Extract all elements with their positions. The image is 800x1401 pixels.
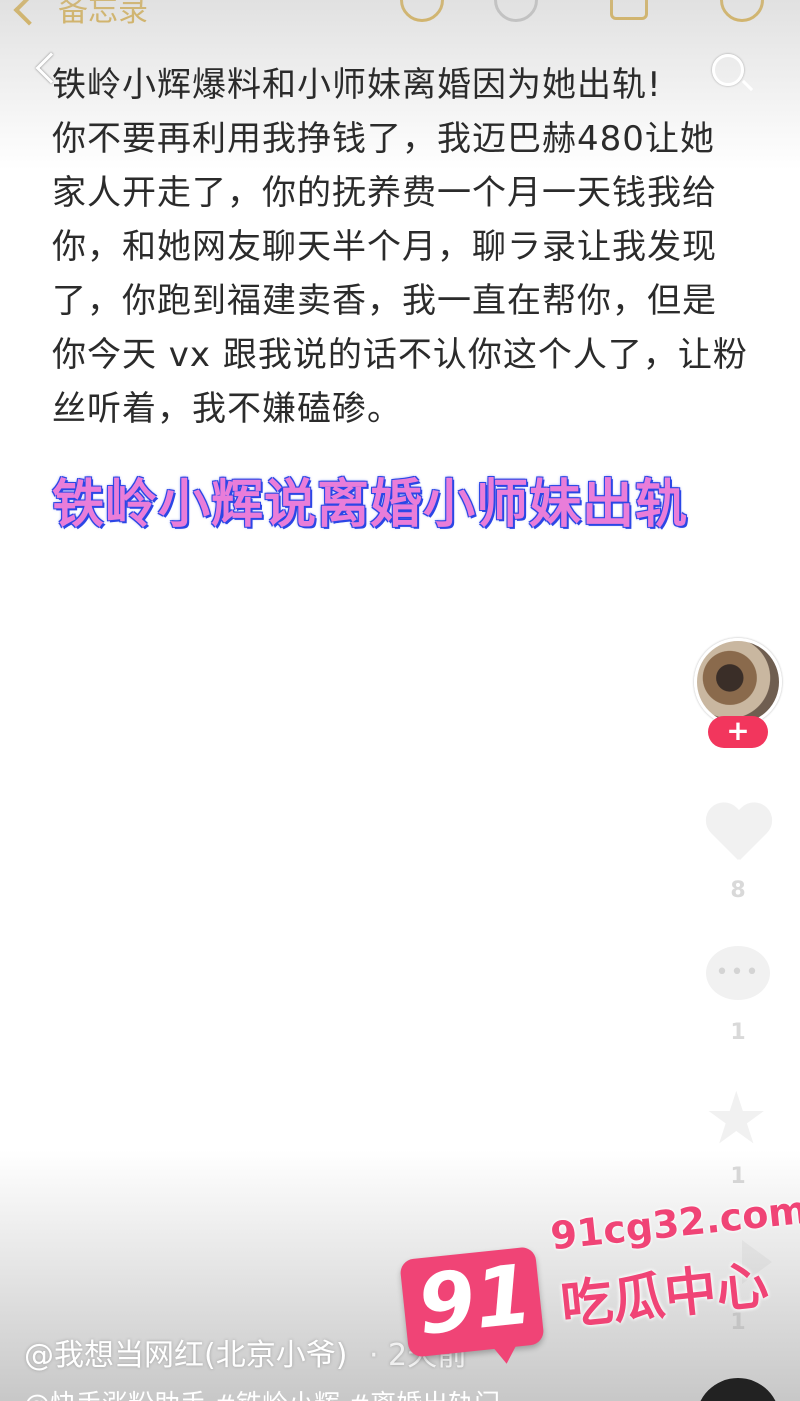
notes-back-label: 备忘录 (58, 0, 148, 29)
note-line: 家人开走了，你的抚养费一个月一天钱我给 (52, 173, 717, 213)
watermark-number: 91 (413, 1247, 537, 1354)
notes-back-button[interactable]: 备忘录 (13, 0, 148, 30)
collaborate-icon[interactable] (494, 0, 538, 22)
star-icon[interactable]: ★ (704, 1082, 769, 1154)
comment-dots: ••• (715, 960, 761, 985)
chevron-left-icon (13, 0, 45, 26)
author-avatar[interactable] (694, 638, 782, 726)
watermark-name: 吃瓜中心 (558, 1255, 772, 1337)
author-name[interactable]: @我想当网红(北京小爷) (24, 1338, 347, 1373)
more-icon[interactable] (720, 0, 764, 22)
markup-icon[interactable] (400, 0, 444, 22)
note-line: 你不要再利用我挣钱了，我迈巴赫480让她 (52, 119, 715, 159)
heart-icon[interactable] (704, 798, 772, 866)
video-caption[interactable]: @快手涨粉助手 #铁岭小辉 #离婚出轨门 (24, 1384, 500, 1401)
watermark-logo: 91 91cg32.com 吃瓜中心 (399, 1188, 800, 1385)
note-body: 铁岭小辉爆料和小师妹离婚因为她出轨! 你不要再利用我挣钱了，我迈巴赫480让她 … (52, 58, 752, 436)
search-icon-handle (741, 79, 754, 92)
follow-button[interactable]: + (708, 716, 768, 748)
note-line: 丝听着，我不嫌磕碜。 (52, 389, 402, 429)
favorite-count: 1 (730, 1164, 746, 1189)
note-line: 你，和她网友聊天半个月，聊ラ录让我发现 (52, 227, 717, 267)
note-line: 铁岭小辉爆料和小师妹离婚因为她出轨! (52, 65, 662, 105)
search-icon[interactable] (712, 54, 754, 96)
share-note-icon[interactable] (610, 0, 648, 20)
notes-header: 备忘录 (0, 0, 800, 30)
search-icon-ring (712, 54, 744, 86)
like-count: 8 (730, 878, 746, 903)
note-line: 你今天 vx 跟我说的话不认你这个人了，让粉 (52, 335, 748, 375)
comment-count: 1 (730, 1020, 746, 1045)
note-line: 了，你跑到福建卖香，我一直在帮你，但是 (52, 281, 717, 321)
comment-icon[interactable]: ••• (706, 946, 770, 1000)
video-headline: 铁岭小辉说离婚小师妹出轨 (52, 475, 689, 535)
